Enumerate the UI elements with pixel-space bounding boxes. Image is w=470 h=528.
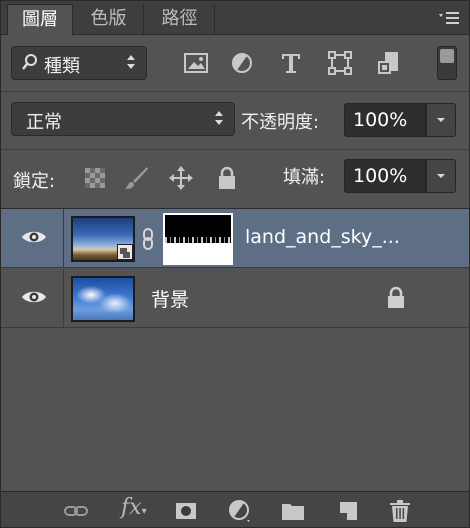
search-icon <box>22 53 38 75</box>
image-filter-icon[interactable] <box>182 49 210 77</box>
lock-image-pixels-icon[interactable] <box>123 165 149 191</box>
filter-kind-select[interactable]: 種類 <box>11 46 147 80</box>
add-layer-mask-icon[interactable] <box>173 498 199 524</box>
tab-paths[interactable]: 路徑 <box>145 4 215 35</box>
fill-label: 填滿: <box>283 167 326 188</box>
blend-mode-label: 正常 <box>26 112 62 133</box>
type-filter-icon[interactable] <box>277 49 305 77</box>
blend-mode-select[interactable]: 正常 <box>11 102 235 136</box>
shape-filter-icon[interactable] <box>326 49 354 77</box>
select-arrows-icon <box>126 52 136 74</box>
delete-layer-trash-icon[interactable] <box>387 498 413 524</box>
layer-row-background[interactable]: 背景 <box>1 269 469 328</box>
layer-style-fx-icon[interactable]: fx▾ <box>121 495 147 520</box>
smart-object-filter-icon[interactable] <box>375 49 403 77</box>
opacity-input[interactable]: 100% <box>344 103 426 137</box>
smart-object-badge-icon <box>117 244 133 260</box>
layers-panel: 圖層 色版 路徑 種類 正常 不透明度: 100% 鎖定: 填滿: 100% l… <box>0 0 470 528</box>
layer-locked-icon <box>388 286 404 308</box>
lock-label: 鎖定: <box>13 171 56 192</box>
visibility-toggle[interactable] <box>1 269 64 327</box>
lock-transparent-pixels-icon[interactable] <box>82 165 108 191</box>
eye-icon <box>22 231 46 243</box>
layer-thumbnail[interactable] <box>71 276 135 322</box>
layer-row-land-and-sky[interactable]: land_and_sky_... <box>1 209 469 268</box>
toggle-knob <box>440 49 454 63</box>
tab-layers[interactable]: 圖層 <box>7 4 73 35</box>
layers-list: land_and_sky_... 背景 <box>1 208 469 491</box>
eye-icon <box>22 291 46 303</box>
new-layer-icon[interactable] <box>335 498 361 524</box>
new-adjustment-layer-icon[interactable] <box>227 498 253 524</box>
opacity-label: 不透明度: <box>241 112 320 133</box>
new-group-folder-icon[interactable] <box>280 498 306 524</box>
panel-menu-icon[interactable] <box>437 9 461 27</box>
mask-link-icon[interactable] <box>141 228 155 250</box>
mask-white-area <box>165 242 231 263</box>
filter-kind-label: 種類 <box>44 56 80 77</box>
adjustment-filter-icon[interactable] <box>228 49 256 77</box>
divider <box>1 91 469 92</box>
layer-name[interactable]: land_and_sky_... <box>245 226 400 248</box>
tab-channels[interactable]: 色版 <box>74 4 144 35</box>
layer-mask-thumbnail[interactable] <box>163 213 233 265</box>
lock-all-icon[interactable] <box>214 165 240 191</box>
fill-input[interactable]: 100% <box>344 159 426 193</box>
layer-thumbnail[interactable] <box>71 216 135 262</box>
filter-toggle-switch[interactable] <box>437 46 457 80</box>
select-arrows-icon <box>214 108 224 130</box>
panel-tab-bar: 圖層 色版 路徑 <box>1 1 469 35</box>
lock-position-icon[interactable] <box>168 165 194 191</box>
layers-bottom-toolbar: fx▾ <box>1 491 469 527</box>
fill-dropdown-button[interactable] <box>426 159 456 193</box>
opacity-dropdown-button[interactable] <box>426 103 456 137</box>
layer-name[interactable]: 背景 <box>151 285 189 312</box>
link-layers-icon[interactable] <box>63 498 89 524</box>
divider <box>1 149 469 150</box>
filter-row: 種類 <box>1 35 469 91</box>
visibility-toggle[interactable] <box>1 209 64 267</box>
